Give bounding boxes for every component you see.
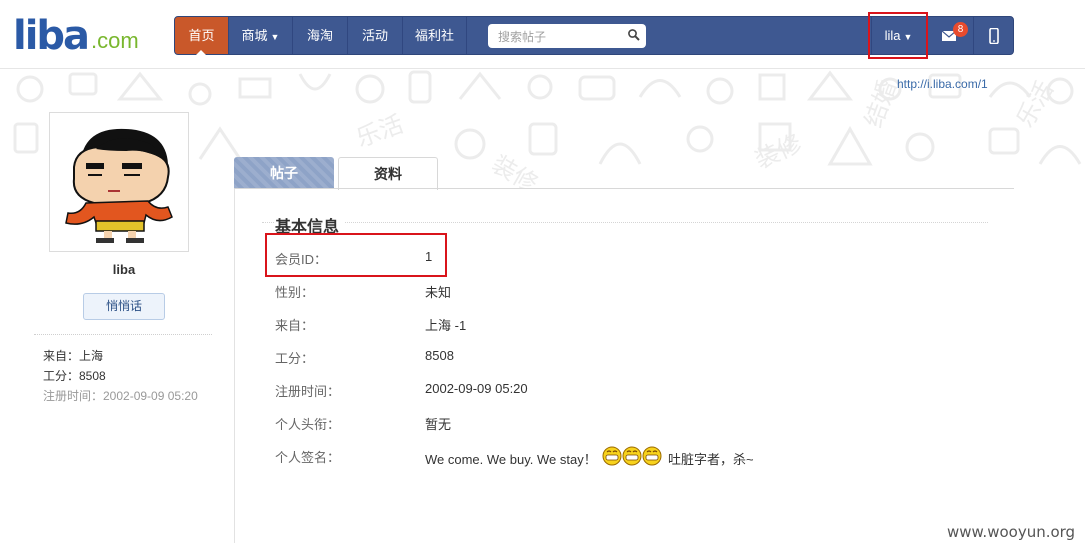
sidebar-registered-time: 注册时间：2002-09-09 05:20 [43,389,198,403]
signature-label: 个人签名： [275,450,341,465]
mail-count-badge: 8 [953,22,968,37]
location-label: 来自： [275,318,315,333]
nav-mall-label: 商城 [241,28,268,43]
search-icon[interactable] [627,28,641,42]
private-message-button[interactable]: 悄悄话 [83,293,165,320]
nav-home-label: 首页 [188,28,215,43]
sidebar-points: 工分：8508 [43,369,106,383]
logo-main-text: liba [13,13,90,59]
points-label: 工分： [275,351,315,366]
logo-suffix-text: .com [91,28,139,53]
search-box [488,24,646,48]
tab-posts[interactable]: 帖子 [234,157,334,189]
highlight-box-user-menu [868,12,928,59]
mobile-button[interactable] [973,17,1014,54]
sidebar-username: liba [112,262,136,277]
grin-emoji-icon [602,446,662,466]
mobile-phone-icon [989,28,999,44]
liba-logo[interactable]: liba .com [13,16,139,56]
nav-home[interactable]: 首页 [175,17,229,55]
gender-value: 未知 [425,285,452,300]
svg-text:乐活: 乐活 [352,110,407,153]
gender-label: 性别： [275,285,315,300]
nav-activity-label: 活动 [361,28,388,43]
profile-url-link[interactable]: http://i.liba.com/1 [897,77,988,91]
tab-profile[interactable]: 资料 [338,157,438,190]
svg-text:装修: 装修 [487,150,543,189]
signature-value: We come. We buy. We stay！ 吐脏字者，杀~ [425,446,754,468]
mail-button[interactable]: 8 [927,17,972,54]
nav-mall[interactable]: 商城 ▼ [229,17,293,54]
registered-time-value: 2002-09-09 05:20 [425,381,528,396]
nav-active-indicator [196,50,206,55]
avatar-cartoon-image [65,128,173,243]
svg-text:结婚: 结婚 [859,76,902,131]
nav-activity[interactable]: 活动 [348,17,403,54]
nav-haitao[interactable]: 海淘 [293,17,348,54]
signature-text-end: 吐脏字者，杀~ [667,452,754,467]
title-label: 个人头衔： [275,417,341,432]
top-header: liba .com 首页 商城▼ 海淘 活动 福利社 lila▼ [0,0,1085,69]
watermark-text: www.wooyun.org [947,523,1076,541]
search-input[interactable] [496,27,625,47]
nav-welfare-label: 福利社 [414,28,454,43]
nav-haitao-label: 海淘 [306,28,333,43]
signature-text-start: We come. We buy. We stay！ [425,452,597,467]
location-value: 上海 -1 [425,318,467,333]
registered-time-label: 注册时间： [275,384,341,399]
avatar[interactable] [49,112,189,252]
chevron-down-icon: ▼ [270,32,280,42]
sidebar-divider [34,334,212,335]
sidebar-location: 来自：上海 [43,349,104,363]
points-value: 8508 [425,348,454,363]
title-value: 暂无 [425,417,452,432]
column-divider [234,189,235,543]
section-divider [262,222,988,223]
tab-underline [234,188,1014,189]
nav-welfare[interactable]: 福利社 [403,17,467,54]
highlight-box-member-id [265,233,447,277]
